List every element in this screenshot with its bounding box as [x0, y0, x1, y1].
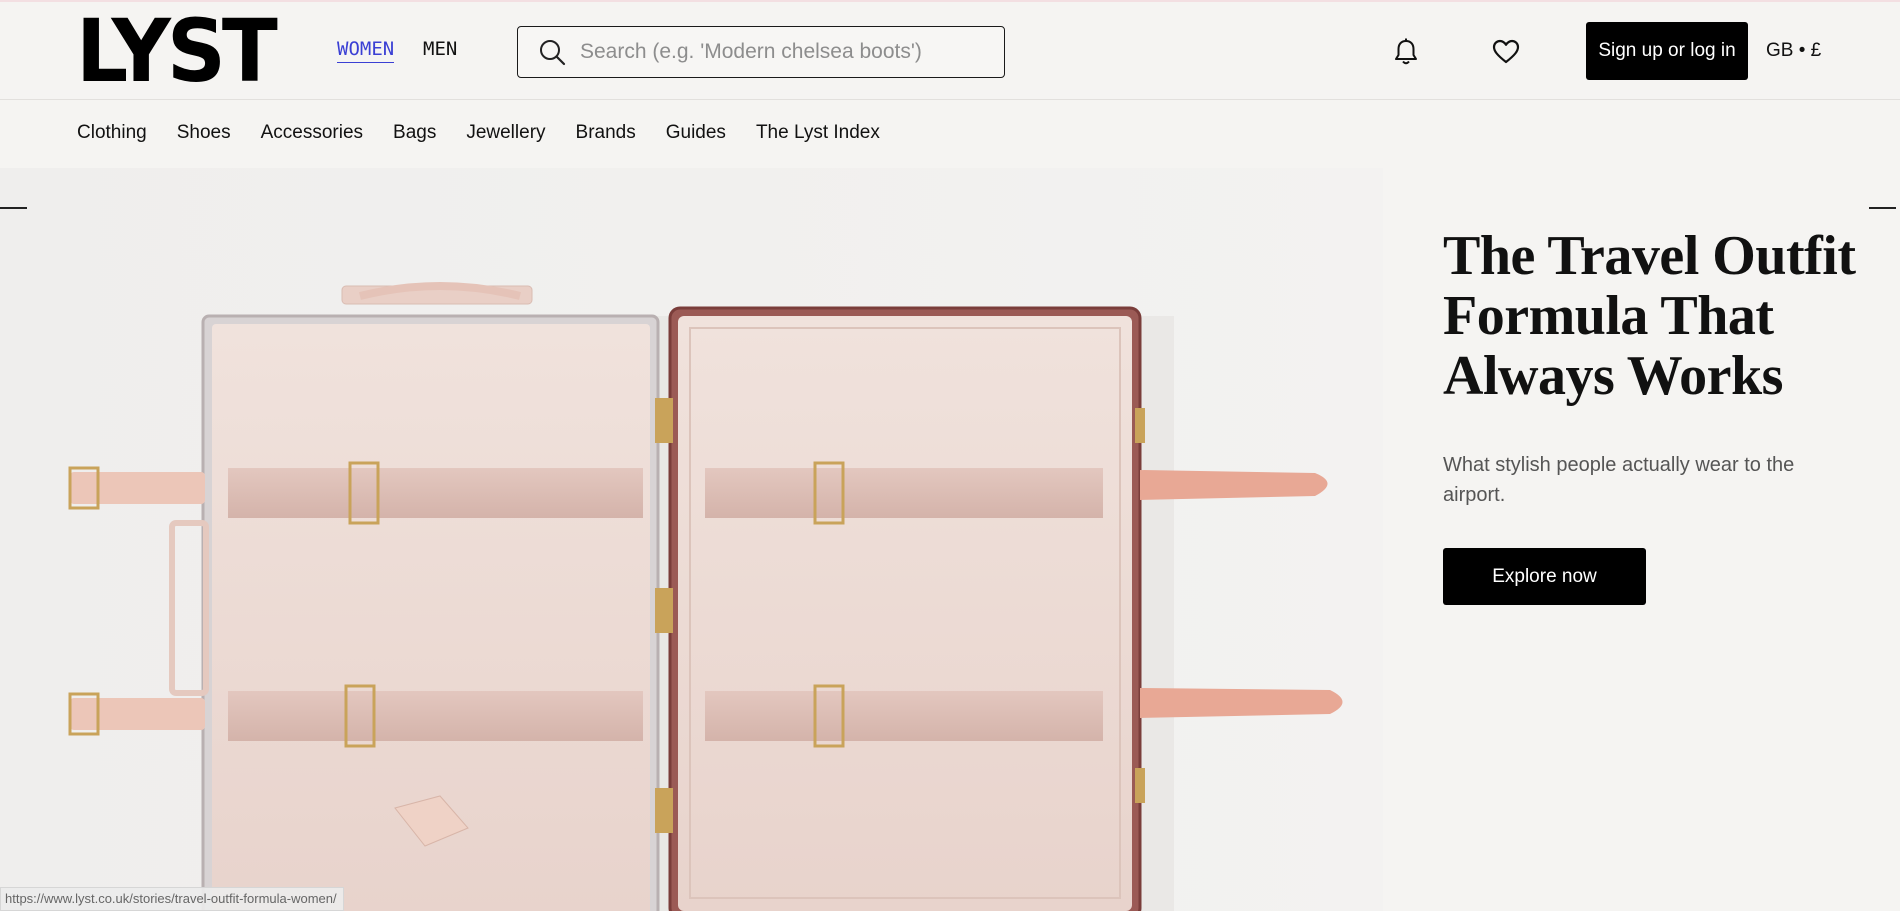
search-box[interactable]	[517, 26, 1005, 78]
tab-women[interactable]: WOMEN	[337, 38, 395, 63]
nav-guides[interactable]: Guides	[666, 122, 726, 144]
nav-clothing[interactable]: Clothing	[77, 122, 147, 144]
tab-men[interactable]: MEN	[423, 38, 457, 60]
site-header: LYST WOMEN MEN Sign up or log in GB • £	[0, 2, 1900, 100]
nav-brands[interactable]: Brands	[576, 122, 636, 144]
notifications-button[interactable]	[1390, 36, 1422, 68]
browser-status-url: https://www.lyst.co.uk/stories/travel-ou…	[0, 887, 344, 911]
signup-login-button[interactable]: Sign up or log in	[1586, 22, 1748, 80]
nav-shoes[interactable]: Shoes	[177, 122, 231, 144]
explore-now-button[interactable]: Explore now	[1443, 548, 1646, 605]
hero-title[interactable]: The Travel Outfit Formula That Always Wo…	[1443, 226, 1863, 406]
hero-image[interactable]	[0, 168, 1383, 911]
search-input[interactable]	[580, 40, 980, 64]
locale-selector[interactable]: GB • £	[1766, 40, 1821, 62]
wishlist-button[interactable]	[1490, 36, 1522, 68]
search-icon	[540, 40, 566, 66]
heart-icon	[1492, 39, 1520, 64]
nav-jewellery[interactable]: Jewellery	[466, 122, 545, 144]
nav-bags[interactable]: Bags	[393, 122, 436, 144]
carousel-left-indicator[interactable]	[0, 207, 27, 209]
lyst-logo[interactable]: LYST	[76, 9, 278, 95]
nav-accessories[interactable]: Accessories	[261, 122, 363, 144]
carousel-right-indicator[interactable]	[1869, 207, 1896, 209]
hero-subtitle: What stylish people actually wear to the…	[1443, 454, 1795, 506]
bell-icon	[1395, 38, 1417, 65]
open-suitcase-image	[68, 282, 1343, 911]
category-nav: Clothing Shoes Accessories Bags Jeweller…	[77, 122, 910, 144]
nav-lyst-index[interactable]: The Lyst Index	[756, 122, 880, 144]
